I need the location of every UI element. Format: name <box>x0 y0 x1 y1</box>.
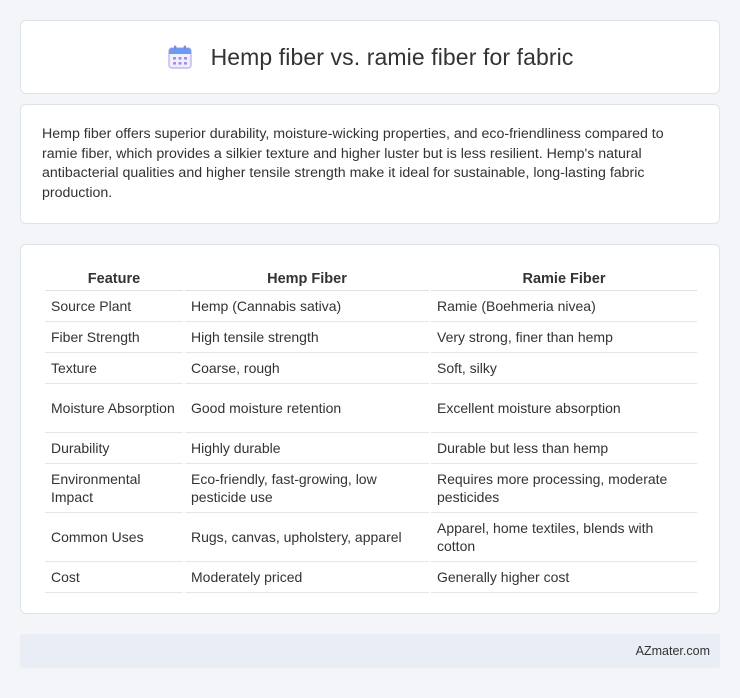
ramie-cell: Excellent moisture absorption <box>431 384 697 433</box>
footer-bar: AZmater.com <box>20 634 720 668</box>
ramie-cell: Very strong, finer than hemp <box>431 322 697 353</box>
feature-cell: Common Uses <box>45 513 183 562</box>
hemp-cell: Eco-friendly, fast-growing, low pesticid… <box>185 464 429 513</box>
table-row: Source Plant Hemp (Cannabis sativa) Rami… <box>45 291 697 322</box>
feature-cell: Texture <box>45 353 183 384</box>
table-row: Fiber Strength High tensile strength Ver… <box>45 322 697 353</box>
feature-cell: Source Plant <box>45 291 183 322</box>
hemp-cell: Hemp (Cannabis sativa) <box>185 291 429 322</box>
ramie-cell: Generally higher cost <box>431 562 697 593</box>
comparison-table: Feature Hemp Fiber Ramie Fiber Source Pl… <box>43 263 699 593</box>
page-title: Hemp fiber vs. ramie fiber for fabric <box>210 43 574 70</box>
hemp-cell: Rugs, canvas, upholstery, apparel <box>185 513 429 562</box>
hemp-cell: Good moisture retention <box>185 384 429 433</box>
feature-cell: Cost <box>45 562 183 593</box>
footer-brand-link[interactable]: AZmater.com <box>636 644 710 658</box>
feature-cell: Fiber Strength <box>45 322 183 353</box>
header-ramie-fiber: Ramie Fiber <box>431 263 697 291</box>
feature-cell: Environmental Impact <box>45 464 183 513</box>
table-row: Durability Highly durable Durable but le… <box>45 433 697 464</box>
hemp-cell: Highly durable <box>185 433 429 464</box>
feature-cell: Moisture Absorption <box>45 384 183 433</box>
table-row: Common Uses Rugs, canvas, upholstery, ap… <box>45 513 697 562</box>
hemp-cell: High tensile strength <box>185 322 429 353</box>
hemp-cell: Coarse, rough <box>185 353 429 384</box>
ramie-cell: Apparel, home textiles, blends with cott… <box>431 513 697 562</box>
table-row: Moisture Absorption Good moisture retent… <box>45 384 697 433</box>
ramie-cell: Durable but less than hemp <box>431 433 697 464</box>
ramie-cell: Requires more processing, moderate pesti… <box>431 464 697 513</box>
table-row: Cost Moderately priced Generally higher … <box>45 562 697 593</box>
title-card: Hemp fiber vs. ramie fiber for fabric <box>20 20 720 94</box>
ramie-cell: Soft, silky <box>431 353 697 384</box>
title-wrap: Hemp fiber vs. ramie fiber for fabric <box>167 44 574 71</box>
comparison-table-card: Feature Hemp Fiber Ramie Fiber Source Pl… <box>20 244 720 614</box>
table-header-row: Feature Hemp Fiber Ramie Fiber <box>45 263 697 291</box>
hemp-cell: Moderately priced <box>185 562 429 593</box>
header-feature: Feature <box>45 263 183 291</box>
summary-text: Hemp fiber offers superior durability, m… <box>42 126 664 201</box>
feature-cell: Durability <box>45 433 183 464</box>
table-row: Environmental Impact Eco-friendly, fast-… <box>45 464 697 513</box>
table-row: Texture Coarse, rough Soft, silky <box>45 353 697 384</box>
header-hemp-fiber: Hemp Fiber <box>185 263 429 291</box>
summary-card: Hemp fiber offers superior durability, m… <box>20 104 720 224</box>
ramie-cell: Ramie (Boehmeria nivea) <box>431 291 697 322</box>
calendar-icon <box>167 45 192 69</box>
